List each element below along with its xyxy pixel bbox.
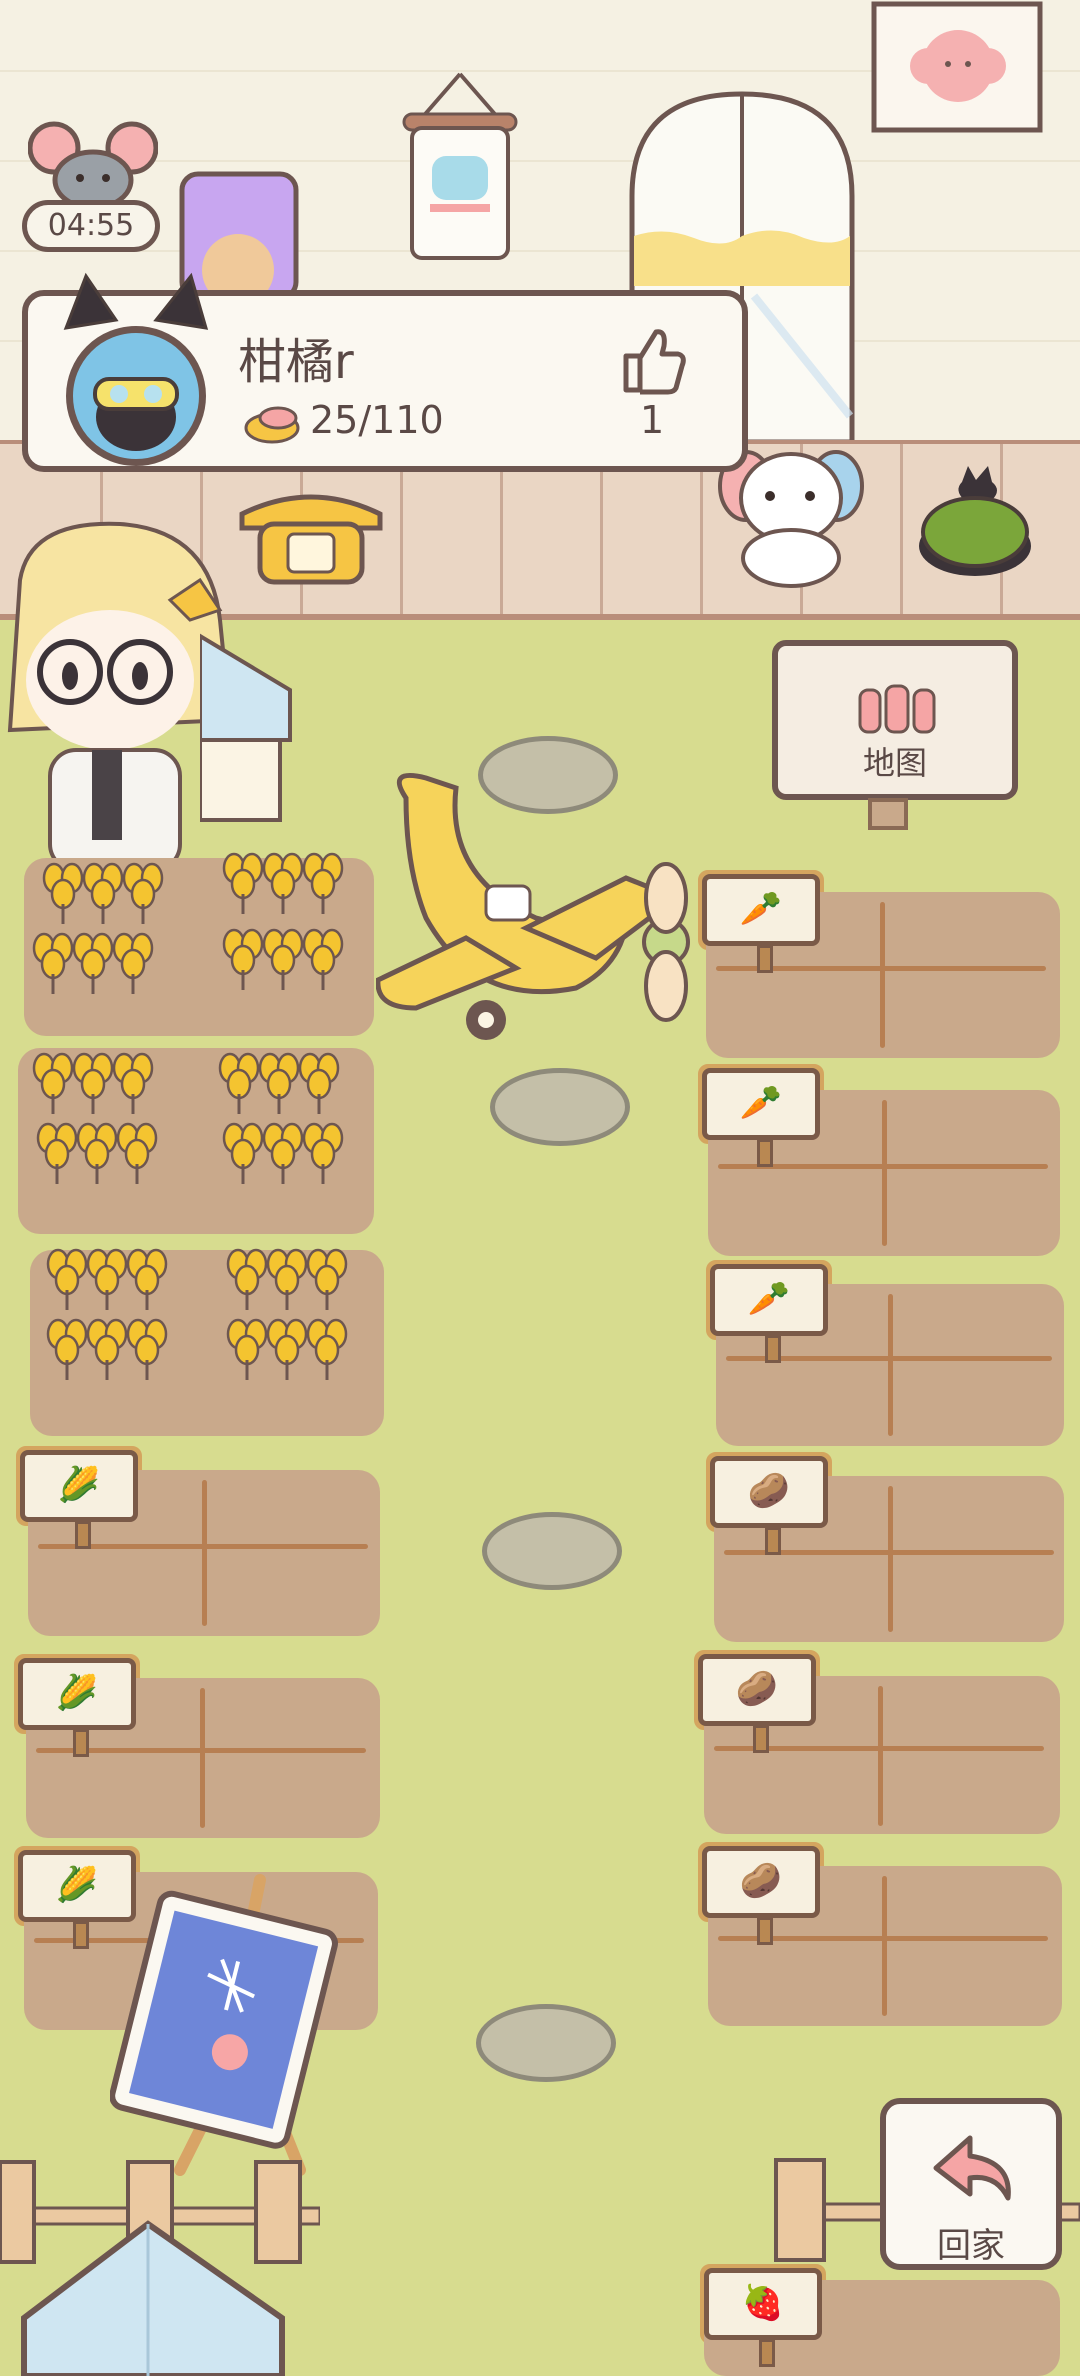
- potato-icon: 🥔: [735, 1669, 779, 1709]
- potato-sign[interactable]: 🥔: [694, 1650, 820, 1753]
- house-roof: [21, 2220, 285, 2376]
- cat-button-icon[interactable]: [912, 460, 1038, 590]
- stepping-stone: [490, 1068, 630, 1146]
- dog-house: [200, 633, 292, 822]
- player-profile-card[interactable]: 柑橘r 25/110 1: [22, 272, 748, 472]
- telephone-icon[interactable]: [232, 484, 390, 588]
- cat-ears-icon: [63, 272, 209, 330]
- energy-count: 25/110: [310, 398, 444, 442]
- player-name: 柑橘r: [238, 334, 354, 390]
- timer-badge: 04:55: [22, 200, 160, 252]
- carrot-sign[interactable]: 🥕: [698, 870, 824, 973]
- carrot-icon: 🥕: [747, 1279, 791, 1319]
- carrot-sign[interactable]: 🥕: [698, 1064, 824, 1167]
- home-label: 回家: [937, 2226, 1005, 2266]
- corn-icon: 🌽: [55, 1865, 99, 1905]
- map-button[interactable]: 地图: [772, 640, 1018, 800]
- flower-poster: [871, 1, 1043, 133]
- easel-painting[interactable]: [110, 1870, 342, 2190]
- stepping-stone: [476, 2004, 616, 2082]
- map-label: 地图: [862, 744, 927, 782]
- banana-plane[interactable]: [376, 758, 706, 1048]
- like-thumb-icon[interactable]: [618, 324, 688, 396]
- potato-icon: 🥔: [739, 1861, 783, 1901]
- stepping-stone: [482, 1512, 622, 1590]
- mouse-icon: [28, 121, 158, 208]
- corn-icon: 🌽: [55, 1673, 99, 1713]
- wheat-crops[interactable]: [24, 840, 364, 1440]
- map-sign-post: [868, 798, 908, 830]
- carrot-icon: 🥕: [739, 889, 783, 929]
- like-count: 1: [640, 398, 665, 442]
- gate-icon: [858, 684, 936, 734]
- potato-icon: 🥔: [747, 1471, 791, 1511]
- energy-icon: [244, 406, 300, 444]
- potato-sign[interactable]: 🥔: [706, 1452, 832, 1555]
- carrot-icon: 🥕: [739, 1083, 783, 1123]
- corn-sign[interactable]: 🌽: [14, 1654, 140, 1757]
- cat-scroll-decoration: [402, 72, 518, 260]
- strawberry-icon: 🍓: [741, 2283, 785, 2323]
- return-arrow-icon: [933, 2135, 1011, 2201]
- corn-icon: 🌽: [57, 1465, 101, 1505]
- home-button[interactable]: 回家: [880, 2098, 1062, 2270]
- corn-sign[interactable]: 🌽: [16, 1446, 142, 1549]
- carrot-sign[interactable]: 🥕: [706, 1260, 832, 1363]
- strawberry-sign[interactable]: 🍓: [700, 2264, 826, 2367]
- cat-goggles-icon: [93, 377, 179, 451]
- potato-sign[interactable]: 🥔: [698, 1842, 824, 1945]
- player-avatar[interactable]: [66, 326, 206, 466]
